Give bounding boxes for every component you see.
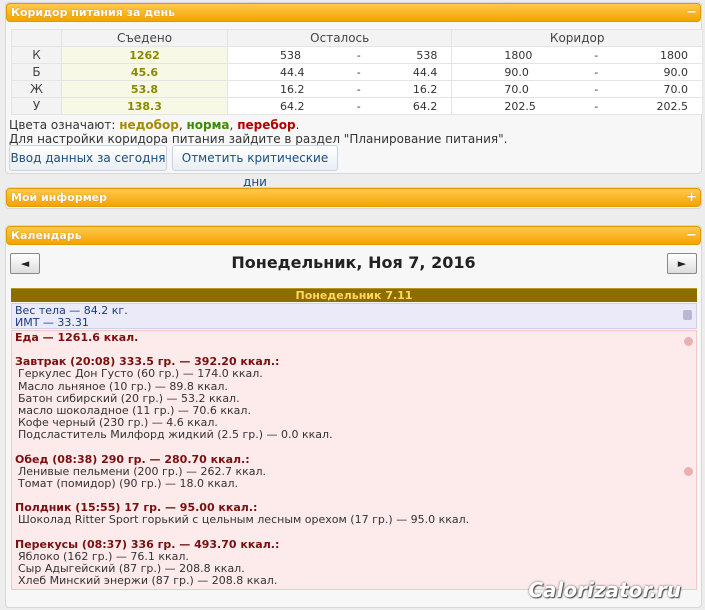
collapse-icon[interactable]: − bbox=[686, 4, 697, 21]
row-label: Б bbox=[11, 63, 62, 81]
panel-title: Календарь bbox=[11, 229, 82, 242]
corridor-cell: 202.5-202.5 bbox=[451, 97, 703, 115]
apple-icon[interactable] bbox=[684, 467, 693, 476]
scale-icon[interactable] bbox=[683, 310, 692, 320]
mark-critical-days-button[interactable]: Отметить критические дни bbox=[172, 145, 338, 189]
enter-today-data-button[interactable]: Ввод данных за сегодня bbox=[9, 145, 167, 171]
calendar-header[interactable]: Календарь − bbox=[6, 226, 701, 245]
corridor-cell: 1800-1800 bbox=[451, 46, 703, 64]
left-cell: 16.2-16.2 bbox=[226, 80, 453, 98]
row-label: К bbox=[11, 46, 62, 64]
arrow-left-icon: ◄ bbox=[20, 257, 30, 270]
next-day-button[interactable]: ► bbox=[667, 253, 697, 274]
list-item: Шоколад Ritter Sport горький с цельным л… bbox=[18, 513, 470, 527]
row-label: У bbox=[11, 97, 62, 115]
eaten-value: 45.6 bbox=[61, 63, 228, 81]
food-box: Еда — 1261.6 ккал. Завтрак (20:08) 333.5… bbox=[11, 330, 697, 590]
table-row: Б 45.6 44.4-44.4 90.0-90.0 bbox=[11, 63, 703, 81]
list-item: Масло льняное (10 гр.) — 89.8 ккал. bbox=[18, 379, 228, 393]
table-row: У 138.3 64.2-64.2 202.5-202.5 bbox=[11, 97, 703, 115]
legend-norm: норма bbox=[186, 118, 230, 132]
list-item: Подсластитель Милфорд жидкий (2.5 гр.) —… bbox=[18, 428, 333, 442]
table-row: Ж 53.8 16.2-16.2 70.0-70.0 bbox=[11, 80, 703, 98]
day-header: Понедельник 7.11 bbox=[11, 288, 697, 302]
date-title: Понедельник, Ноя 7, 2016 bbox=[231, 253, 476, 272]
legend-over: перебор bbox=[237, 118, 296, 132]
table-row: К 1262 538-538 1800-1800 bbox=[11, 46, 703, 64]
col-header-corridor: Коридор bbox=[451, 29, 703, 47]
list-item: Томат (помидор) (90 гр.) — 18.0 ккал. bbox=[18, 477, 239, 491]
meal-title: Перекусы (08:37) 336 гр. — 493.70 ккал.: bbox=[15, 537, 280, 551]
eaten-value: 1262 bbox=[61, 46, 228, 64]
apple-icon[interactable] bbox=[684, 337, 693, 346]
weight-box: Вес тела — 84.2 кг. ИМТ — 33.31 bbox=[11, 303, 697, 329]
watermark: Calorizator.ru bbox=[528, 578, 681, 602]
panel-title: Мой информер bbox=[11, 191, 108, 204]
calendar-panel: Календарь − Понедельник, Ноя 7, 2016 ◄ ►… bbox=[5, 225, 702, 608]
my-informer-header[interactable]: Мой информер + bbox=[6, 188, 701, 207]
legend-under: недобор bbox=[119, 118, 179, 132]
collapse-icon[interactable]: − bbox=[686, 227, 697, 244]
corner-cell bbox=[11, 29, 62, 47]
col-header-eaten: Съедено bbox=[61, 29, 228, 47]
my-informer-panel: Мой информер + bbox=[5, 187, 702, 209]
corridor-cell: 90.0-90.0 bbox=[451, 63, 703, 81]
food-corridor-panel: Коридор питания за день − Съедено Остало… bbox=[5, 2, 703, 189]
meal-title: Обед (08:38) 290 гр. — 280.70 ккал.: bbox=[15, 452, 250, 466]
expand-icon[interactable]: + bbox=[686, 189, 697, 206]
eaten-value: 138.3 bbox=[61, 97, 228, 115]
panel-title: Коридор питания за день bbox=[11, 6, 176, 19]
corridor-cell: 70.0-70.0 bbox=[451, 80, 703, 98]
corridor-table: Съедено Осталось Коридор К 1262 538-538 … bbox=[11, 29, 703, 115]
left-cell: 44.4-44.4 bbox=[226, 63, 453, 81]
prev-day-button[interactable]: ◄ bbox=[10, 253, 40, 274]
col-header-left: Осталось bbox=[226, 29, 453, 47]
planning-note: Для настройки коридора питания зайдите в… bbox=[9, 132, 508, 146]
arrow-right-icon: ► bbox=[677, 257, 687, 270]
eaten-value: 53.8 bbox=[61, 80, 228, 98]
left-cell: 64.2-64.2 bbox=[226, 97, 453, 115]
color-legend: Цвета означают: недобор, норма, перебор. bbox=[9, 118, 300, 132]
food-total: Еда — 1261.6 ккал. bbox=[15, 331, 139, 344]
left-cell: 538-538 bbox=[226, 46, 453, 64]
row-label: Ж bbox=[11, 80, 62, 98]
food-corridor-header[interactable]: Коридор питания за день − bbox=[6, 3, 701, 22]
weight-text: Вес тела — 84.2 кг. bbox=[15, 304, 128, 317]
bmi-text: ИМТ — 33.31 bbox=[15, 316, 89, 329]
list-item: Геркулес Дон Густо (60 гр.) — 174.0 ккал… bbox=[18, 367, 263, 381]
